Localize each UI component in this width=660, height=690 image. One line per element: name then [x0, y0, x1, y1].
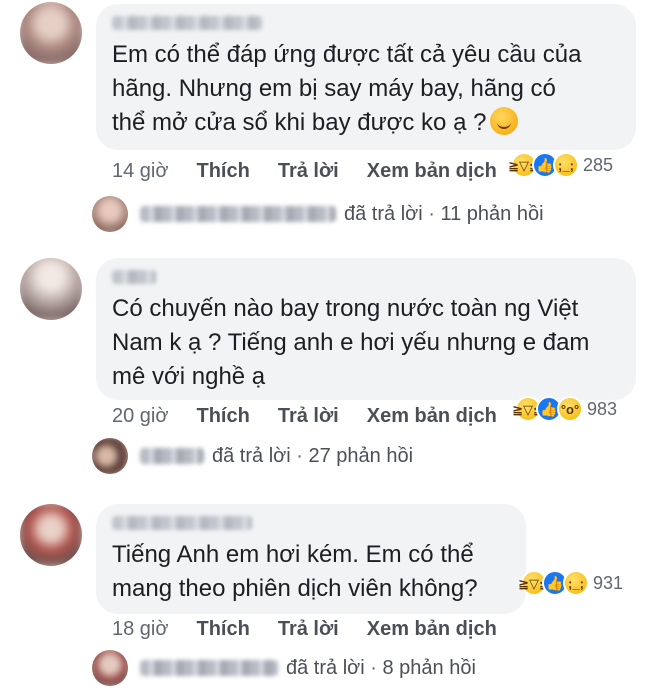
author-name[interactable] [112, 270, 156, 284]
avatar [92, 438, 128, 474]
like-button[interactable]: Thích [196, 160, 249, 183]
replied-label: đã trả lời [286, 656, 365, 679]
reaction-count: 931 [593, 572, 624, 593]
translate-link[interactable]: Xem bản dịch [367, 405, 497, 428]
avatar[interactable] [20, 504, 82, 566]
crying-face-icon: ;_; [553, 152, 579, 178]
avatar [92, 650, 128, 686]
timestamp[interactable]: 14 giờ [112, 160, 168, 183]
comment-text: Có chuyến nào bay trong nước toàn ng Việ… [112, 295, 590, 390]
reaction-count: 285 [583, 154, 614, 175]
replied-label: đã trả lời [212, 444, 291, 467]
translate-link[interactable]: Xem bản dịch [367, 160, 497, 183]
reply-button[interactable]: Trả lời [278, 160, 339, 183]
comment-bubble: Tiếng Anh em hơi kém. Em có thể mang the… [96, 504, 526, 614]
replier-name[interactable] [140, 206, 336, 222]
comment-actions: 18 giờ Thích Trả lời Xem bản dịch [112, 618, 497, 641]
replier-name[interactable] [140, 448, 204, 464]
reply-button[interactable]: Trả lời [278, 618, 339, 641]
author-name[interactable] [112, 16, 262, 30]
replied-label: đã trả lời [344, 202, 423, 225]
timestamp[interactable]: 18 giờ [112, 618, 168, 641]
separator-dot: · [290, 444, 309, 467]
reaction-summary[interactable]: ≧▽≦ 👍 ;_; 931 [518, 570, 624, 596]
avatar [92, 196, 128, 232]
reply-button[interactable]: Trả lời [278, 405, 339, 428]
translate-link[interactable]: Xem bản dịch [367, 618, 497, 641]
comment-bubble: Có chuyến nào bay trong nước toàn ng Việ… [96, 258, 636, 400]
comment-text: Em có thể đáp ứng được tất cả yêu cầu củ… [112, 41, 582, 136]
reply-count[interactable]: 11 phản hồi [440, 203, 543, 226]
author-name[interactable] [112, 516, 252, 530]
avatar[interactable] [20, 258, 82, 320]
replies-row[interactable]: đã trả lời · 8 phản hồi [92, 650, 476, 686]
separator-dot: · [364, 656, 383, 679]
avatar[interactable] [20, 2, 82, 64]
like-button[interactable]: Thích [196, 405, 249, 428]
separator-dot: · [422, 202, 441, 225]
comment-bubble: Em có thể đáp ứng được tất cả yêu cầu củ… [96, 4, 636, 150]
reply-count[interactable]: 27 phản hồi [308, 445, 413, 468]
comment-actions: 14 giờ Thích Trả lời Xem bản dịch [112, 160, 497, 183]
comment-text: Tiếng Anh em hơi kém. Em có thể mang the… [112, 541, 478, 602]
reaction-count: 983 [587, 398, 618, 419]
replies-row[interactable]: đã trả lời · 27 phản hồi [92, 438, 413, 474]
like-button[interactable]: Thích [196, 618, 249, 641]
replies-row[interactable]: đã trả lời · 11 phản hồi [92, 196, 544, 232]
crying-face-icon: ;_; [563, 570, 589, 596]
timestamp[interactable]: 20 giờ [112, 405, 168, 428]
hugging-face-icon [490, 107, 519, 135]
surprised-face-icon: °o° [557, 396, 583, 422]
reply-count[interactable]: 8 phản hồi [382, 657, 475, 680]
replier-name[interactable] [140, 660, 278, 676]
reaction-summary[interactable]: ≧▽≦ 👍 °o° 983 [512, 396, 618, 422]
comment-actions: 20 giờ Thích Trả lời Xem bản dịch [112, 405, 497, 428]
reaction-summary[interactable]: ≧▽≦ 👍 ;_; 285 [508, 152, 614, 178]
